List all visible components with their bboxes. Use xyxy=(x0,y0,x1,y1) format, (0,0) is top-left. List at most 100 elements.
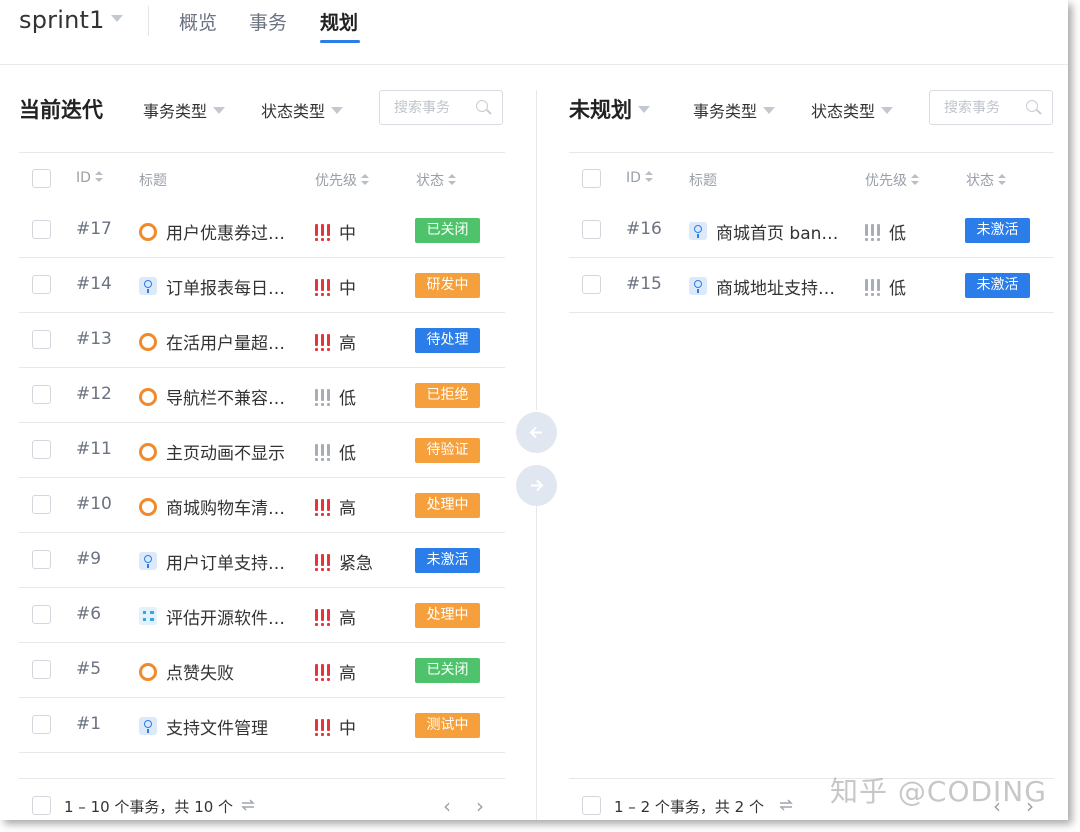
status-badge[interactable]: 已关闭 xyxy=(415,658,480,683)
status-type-filter[interactable]: 状态类型 xyxy=(261,98,344,122)
row-checkbox[interactable] xyxy=(32,495,51,514)
bug-icon xyxy=(139,223,157,241)
column-header-status[interactable]: 状态 xyxy=(966,170,1006,190)
row-checkbox[interactable] xyxy=(32,550,51,569)
row-checkbox[interactable] xyxy=(582,220,601,239)
status-badge[interactable]: 未激活 xyxy=(415,548,480,573)
status-badge[interactable]: 待处理 xyxy=(415,328,480,353)
move-left-button[interactable] xyxy=(516,412,557,453)
priority-cell: 高 xyxy=(315,329,356,354)
header-label: 状态 xyxy=(966,173,994,189)
table-row[interactable]: #13 在活用户量超… 高 待处理 xyxy=(19,313,505,368)
issue-title[interactable]: 用户优惠券过… xyxy=(166,219,285,244)
status-badge[interactable]: 研发中 xyxy=(415,273,480,298)
right-search-box[interactable] xyxy=(929,90,1053,125)
footer-select-checkbox[interactable] xyxy=(582,796,601,815)
issue-title[interactable]: 主页动画不显示 xyxy=(166,439,285,464)
issue-title[interactable]: 在活用户量超… xyxy=(166,329,285,354)
row-divider xyxy=(569,312,1054,313)
table-row[interactable]: #12 导航栏不兼容… 低 已拒绝 xyxy=(19,368,505,423)
priority-icon xyxy=(315,278,333,296)
table-row[interactable]: #11 主页动画不显示 低 待验证 xyxy=(19,423,505,478)
issue-title[interactable]: 商城购物车清… xyxy=(166,494,285,519)
column-header-id[interactable]: ID xyxy=(76,170,103,186)
issue-title[interactable]: 点赞失败 xyxy=(166,659,234,684)
issue-type-filter[interactable]: 事务类型 xyxy=(693,98,776,122)
priority-cell: 中 xyxy=(315,714,356,739)
row-checkbox[interactable] xyxy=(582,275,601,294)
priority-label: 紧急 xyxy=(339,554,373,574)
issue-title[interactable]: 商城地址支持… xyxy=(716,274,835,299)
row-checkbox[interactable] xyxy=(32,385,51,404)
row-checkbox[interactable] xyxy=(32,330,51,349)
table-row[interactable]: #16 商城首页 ban… 低 未激活 xyxy=(569,203,1054,258)
row-checkbox[interactable] xyxy=(32,440,51,459)
issue-id: #15 xyxy=(626,274,662,294)
issue-type-filter[interactable]: 事务类型 xyxy=(143,98,226,122)
unplanned-title[interactable]: 未规划 xyxy=(569,94,650,124)
sort-icon xyxy=(448,174,456,186)
footer-select-checkbox[interactable] xyxy=(32,796,51,815)
select-all-checkbox[interactable] xyxy=(582,169,601,188)
table-row[interactable]: #1 支持文件管理 中 测试中 xyxy=(19,698,505,753)
table-row[interactable]: #15 商城地址支持… 低 未激活 xyxy=(569,258,1054,313)
prev-page-button[interactable]: ‹ xyxy=(443,794,451,818)
priority-label: 低 xyxy=(339,444,356,464)
column-header-id[interactable]: ID xyxy=(626,170,653,186)
refresh-icon[interactable] xyxy=(240,798,256,812)
left-search-input[interactable] xyxy=(392,99,476,117)
search-icon[interactable] xyxy=(476,100,488,112)
status-badge[interactable]: 待验证 xyxy=(415,438,480,463)
pagination-summary: 1 – 2 个事务，共 2 个 xyxy=(614,798,764,816)
issue-title[interactable]: 导航栏不兼容… xyxy=(166,384,285,409)
column-header-status[interactable]: 状态 xyxy=(416,170,456,190)
table-row[interactable]: #5 点赞失败 高 已关闭 xyxy=(19,643,505,698)
status-badge[interactable]: 测试中 xyxy=(415,713,480,738)
header-label: 优先级 xyxy=(865,173,907,189)
row-checkbox[interactable] xyxy=(32,660,51,679)
next-page-button[interactable]: › xyxy=(476,794,484,818)
issue-title[interactable]: 订单报表每日… xyxy=(166,274,285,299)
bug-icon xyxy=(139,388,157,406)
divider xyxy=(19,778,505,779)
right-search-input[interactable] xyxy=(942,99,1026,117)
row-checkbox[interactable] xyxy=(32,715,51,734)
issue-title[interactable]: 评估开源软件… xyxy=(166,604,285,629)
left-search-box[interactable] xyxy=(379,90,503,125)
search-icon[interactable] xyxy=(1026,100,1038,112)
row-checkbox[interactable] xyxy=(32,220,51,239)
select-all-checkbox[interactable] xyxy=(32,169,51,188)
row-checkbox[interactable] xyxy=(32,275,51,294)
column-header-priority[interactable]: 优先级 xyxy=(315,170,369,190)
issue-title[interactable]: 商城首页 ban… xyxy=(716,219,838,244)
refresh-icon[interactable] xyxy=(778,798,794,812)
status-badge[interactable]: 处理中 xyxy=(415,493,480,518)
move-right-button[interactable] xyxy=(516,465,557,506)
table-row[interactable]: #9 用户订单支持… 紧急 未激活 xyxy=(19,533,505,588)
status-badge[interactable]: 已关闭 xyxy=(415,218,480,243)
issue-id: #11 xyxy=(76,439,112,459)
table-row[interactable]: #14 订单报表每日… 中 研发中 xyxy=(19,258,505,313)
story-icon xyxy=(689,222,707,240)
table-row[interactable]: #6 评估开源软件… 高 处理中 xyxy=(19,588,505,643)
row-checkbox[interactable] xyxy=(32,605,51,624)
bug-icon xyxy=(139,443,157,461)
table-row[interactable]: #10 商城购物车清… 高 处理中 xyxy=(19,478,505,533)
status-badge[interactable]: 已拒绝 xyxy=(415,383,480,408)
priority-icon xyxy=(315,388,333,406)
status-badge[interactable]: 未激活 xyxy=(965,218,1030,243)
issue-title[interactable]: 用户订单支持… xyxy=(166,549,285,574)
status-type-filter[interactable]: 状态类型 xyxy=(811,98,894,122)
issue-title[interactable]: 支持文件管理 xyxy=(166,714,268,739)
sprint-selector[interactable]: sprint1 xyxy=(19,6,123,34)
tab-overview[interactable]: 概览 xyxy=(179,8,217,35)
chevron-down-icon xyxy=(331,107,344,114)
table-row[interactable]: #17 用户优惠券过… 中 已关闭 xyxy=(19,203,505,258)
status-badge[interactable]: 未激活 xyxy=(965,273,1030,298)
tab-issues[interactable]: 事务 xyxy=(249,8,287,35)
top-bar: sprint1 概览 事务 规划 xyxy=(0,0,1068,65)
status-badge[interactable]: 处理中 xyxy=(415,603,480,628)
priority-icon xyxy=(315,223,333,241)
column-header-priority[interactable]: 优先级 xyxy=(865,170,919,190)
tab-planning[interactable]: 规划 xyxy=(320,8,358,35)
